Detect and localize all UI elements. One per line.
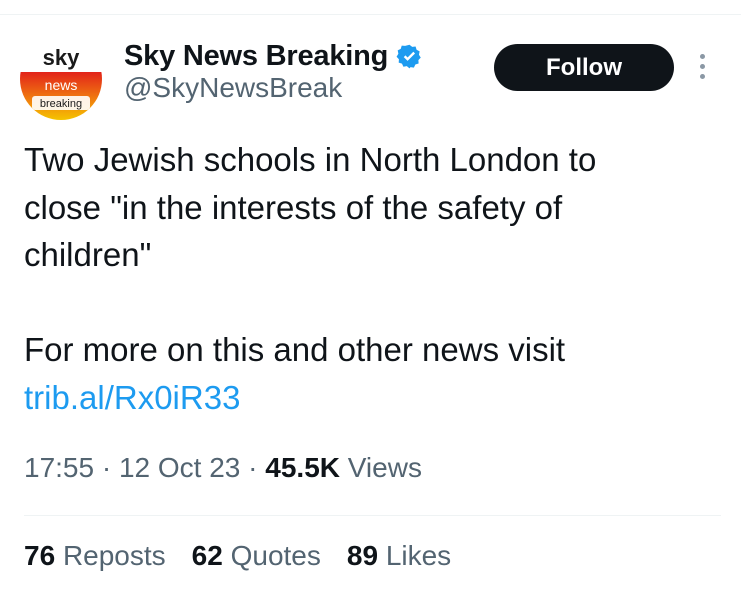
likes-label: Likes bbox=[385, 540, 452, 571]
tweet-line: Two Jewish schools in North London to bbox=[24, 141, 597, 178]
tweet-line: children" bbox=[24, 236, 152, 273]
quotes-stat[interactable]: 62 Quotes bbox=[192, 540, 321, 572]
views-label: Views bbox=[347, 452, 422, 483]
meta-separator: · bbox=[248, 452, 258, 483]
more-options-icon[interactable] bbox=[693, 54, 711, 84]
likes-stat[interactable]: 89 Likes bbox=[347, 540, 451, 572]
reposts-stat[interactable]: 76 Reposts bbox=[24, 540, 166, 572]
reposts-label: Reposts bbox=[62, 540, 166, 571]
tweet-text: Two Jewish schools in North London to cl… bbox=[24, 136, 724, 421]
quotes-count: 62 bbox=[191, 540, 223, 571]
engagement-stats: 76 Reposts 62 Quotes 89 Likes bbox=[24, 540, 477, 572]
top-border bbox=[0, 0, 741, 15]
follow-button[interactable]: Follow bbox=[494, 44, 674, 91]
tweet-line: close "in the interests of the safety of bbox=[24, 188, 563, 226]
tweet-link[interactable]: trib.al/Rx0iR33 bbox=[24, 379, 240, 416]
avatar[interactable]: sky news breaking bbox=[20, 38, 102, 120]
tweet-date[interactable]: 12 Oct 23 bbox=[119, 452, 240, 483]
tweet-meta: 17:55 · 12 Oct 23 · 45.5K Views bbox=[24, 452, 422, 484]
likes-count: 89 bbox=[346, 540, 379, 571]
reposts-count: 76 bbox=[24, 540, 56, 571]
logo-news-text: news bbox=[45, 77, 78, 93]
author-name-row: Sky News Breaking bbox=[124, 36, 423, 76]
views-count: 45.5K bbox=[265, 452, 340, 483]
logo-sky-text: sky bbox=[43, 45, 80, 70]
user-handle[interactable]: @SkyNewsBreak bbox=[124, 72, 342, 104]
meta-separator: · bbox=[101, 452, 112, 483]
verified-badge-icon bbox=[396, 44, 421, 68]
sky-news-breaking-logo: sky news breaking bbox=[20, 38, 102, 120]
quotes-label: Quotes bbox=[230, 540, 321, 571]
divider bbox=[24, 515, 721, 516]
tweet-time[interactable]: 17:55 bbox=[24, 452, 94, 483]
logo-breaking-text: breaking bbox=[40, 98, 82, 110]
tweet-line: For more on this and other news visit bbox=[24, 331, 566, 368]
display-name[interactable]: Sky News Breaking bbox=[124, 40, 388, 73]
